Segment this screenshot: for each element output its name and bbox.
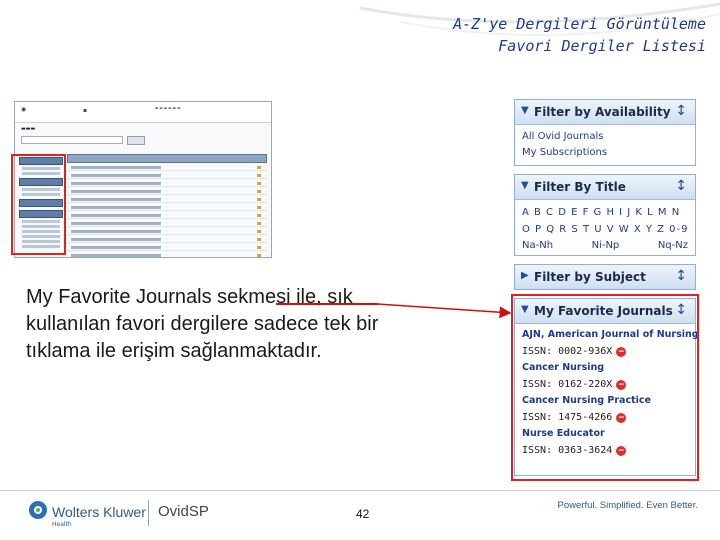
footer-divider [0, 490, 720, 491]
title-letters-row-1[interactable]: A B C D E F G H I J K L M N [522, 204, 688, 221]
sort-handle-icon[interactable]: ↕ [675, 178, 687, 194]
footer-brand: Wolters Kluwer [52, 504, 146, 520]
range-nq-nz[interactable]: Nq-Nz [658, 238, 688, 254]
wolters-kluwer-logo-icon [29, 501, 47, 519]
subject-panel: ▶ Filter by Subject ↕ [514, 264, 696, 290]
footer-tagline: Powerful. Simplified. Even Better. [557, 500, 698, 511]
expand-down-icon: ▼ [521, 180, 529, 191]
range-na-nh[interactable]: Na-Nh [522, 238, 553, 254]
availability-panel: ▼ Filter by Availability ↕ All Ovid Jour… [514, 99, 696, 166]
sort-handle-icon[interactable]: ↕ [675, 103, 687, 119]
footer-product: OvidSP [158, 503, 209, 520]
subject-header[interactable]: ▶ Filter by Subject ↕ [515, 265, 695, 289]
page-number: 42 [356, 507, 370, 521]
availability-header[interactable]: ▼ Filter by Availability ↕ [515, 100, 695, 125]
title-panel: ▼ Filter By Title ↕ A B C D E F G H I J … [514, 174, 696, 256]
range-ni-np[interactable]: Ni-Np [592, 238, 620, 254]
sort-handle-icon[interactable]: ↕ [675, 268, 687, 284]
favorites-highlight [511, 294, 699, 481]
filter-my-subscriptions[interactable]: My Subscriptions [522, 145, 688, 161]
footer-separator [148, 500, 149, 526]
footer-brand-sub: Health [52, 521, 72, 528]
title-header[interactable]: ▼ Filter By Title ↕ [515, 175, 695, 200]
expand-right-icon: ▶ [521, 270, 529, 281]
expand-down-icon: ▼ [521, 105, 529, 116]
filter-all-ovid-journals[interactable]: All Ovid Journals [522, 129, 688, 145]
title-letters-row-2[interactable]: O P Q R S T U V W X Y Z 0-9 [522, 221, 688, 238]
